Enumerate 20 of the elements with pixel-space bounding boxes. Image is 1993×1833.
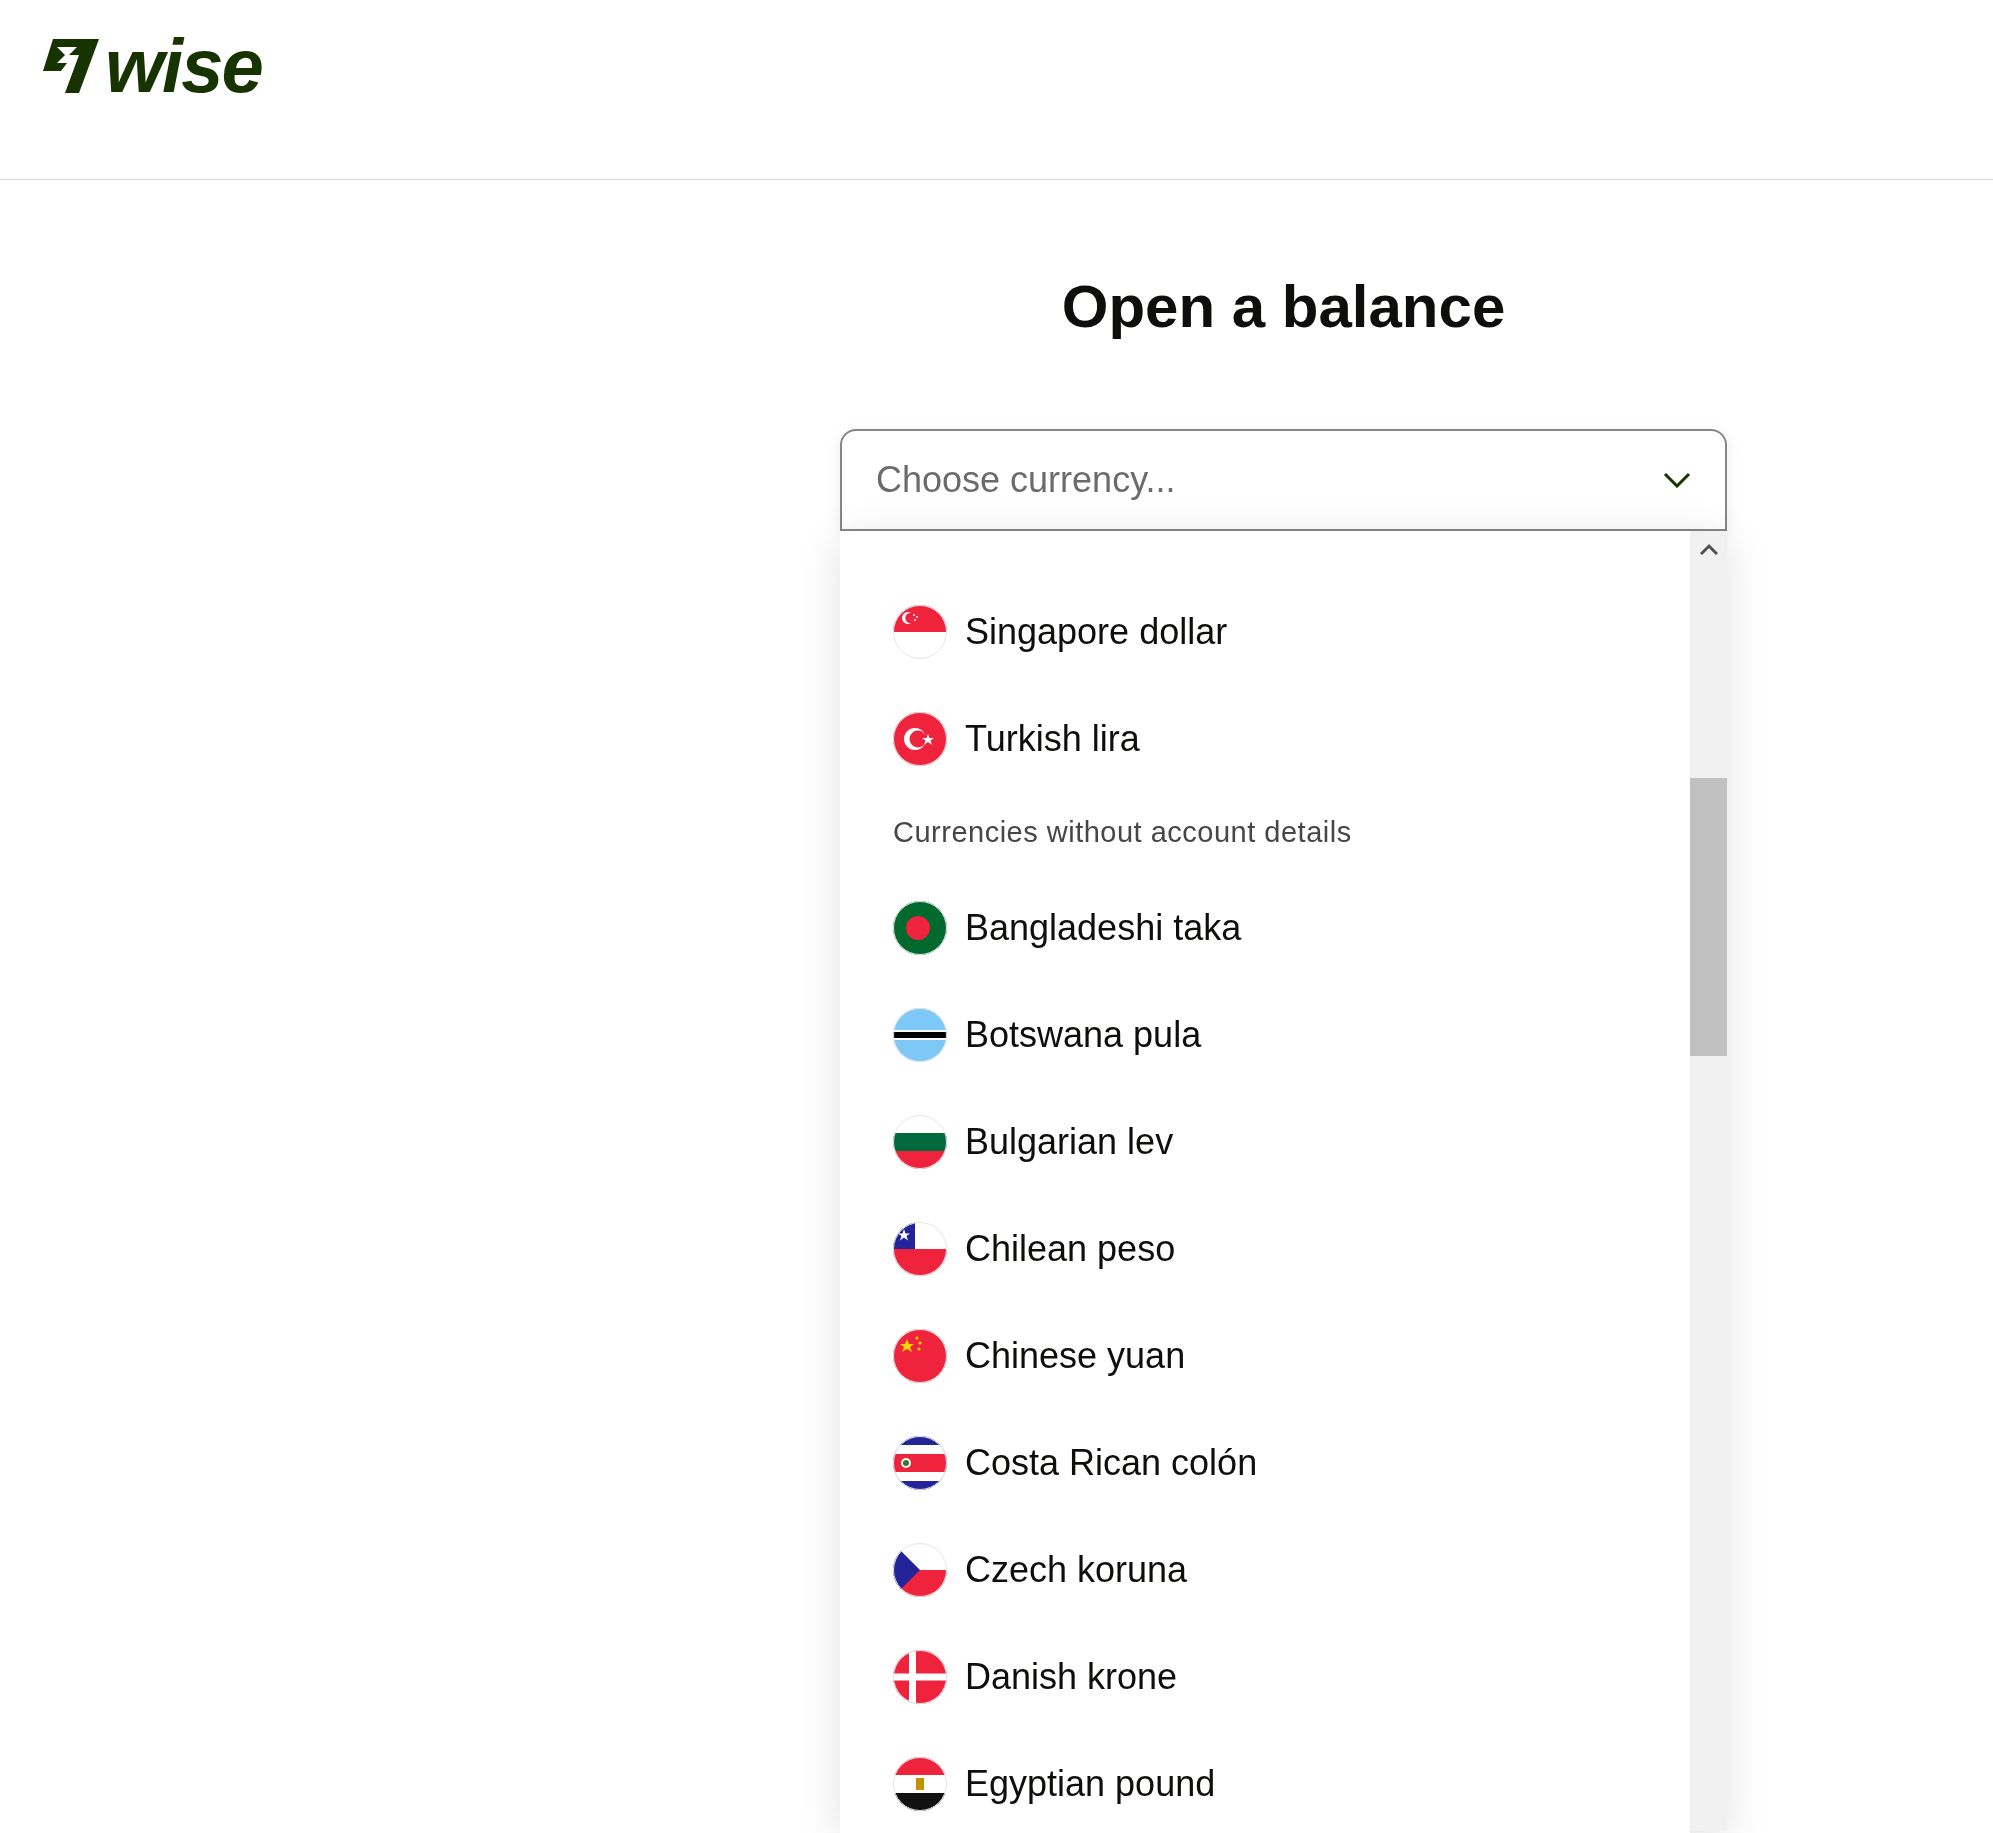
chevron-down-icon [1663, 472, 1691, 488]
group-heading: Currencies without account details [893, 815, 1352, 851]
flag-icon [893, 1435, 947, 1490]
flag-icon [893, 1328, 947, 1383]
flag-icon [893, 1756, 947, 1811]
currency-option[interactable]: Egyptian pound [840, 1730, 1690, 1833]
flag-icon [893, 711, 947, 766]
flag-icon [893, 1542, 947, 1597]
wise-logo[interactable]: wise [43, 36, 262, 96]
scrollbar-thumb[interactable] [1690, 778, 1727, 1056]
flag-icon [893, 1007, 947, 1062]
currency-select[interactable]: Choose currency... [840, 429, 1727, 531]
flag-icon [893, 1649, 947, 1704]
flag-icon [893, 604, 947, 659]
flag-icon [893, 1114, 947, 1169]
flag-icon [893, 1221, 947, 1276]
scroll-up-icon[interactable] [1699, 543, 1718, 555]
page-title: Open a balance [1061, 272, 1506, 342]
logo-flag-icon [43, 39, 99, 93]
flag-icon [893, 900, 947, 955]
